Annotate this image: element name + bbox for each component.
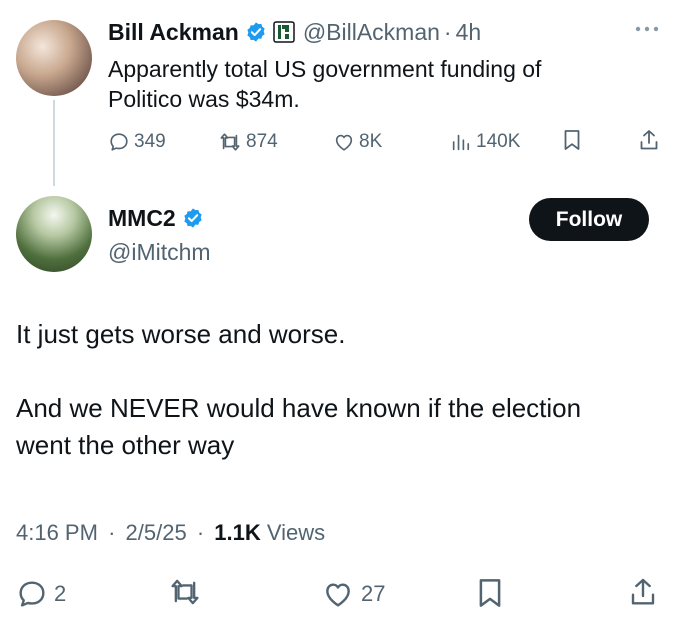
- tweet-time[interactable]: 4h: [456, 18, 482, 46]
- affiliate-badge-icon[interactable]: [273, 21, 295, 43]
- quoted-tweet-header: Bill Ackman @BillAckman · 4h: [108, 18, 481, 46]
- like-icon: [321, 578, 361, 610]
- verified-badge-icon: [182, 207, 204, 229]
- quoted-tweet-actions: 349 874 8K 140K: [108, 128, 664, 156]
- quoted-tweet-line-2: Politico was $34m.: [108, 86, 300, 112]
- views-icon: [450, 131, 476, 153]
- share-button[interactable]: [638, 128, 664, 152]
- more-icon[interactable]: [634, 22, 660, 34]
- share-icon: [638, 128, 664, 152]
- author-name[interactable]: Bill Ackman: [108, 18, 239, 46]
- author-handle[interactable]: @BillAckman: [303, 18, 440, 46]
- main-author-name-row: MMC2: [108, 204, 204, 232]
- main-tweet-actions: 2 27: [16, 576, 664, 612]
- tweet-meta: 4:16 PM · 2/5/25 · 1.1K Views: [16, 519, 325, 547]
- main-author-handle[interactable]: @iMitchm: [108, 238, 211, 266]
- main-tweet-paragraph-2-line-2: went the other way: [16, 430, 235, 460]
- like-count: 27: [361, 581, 386, 606]
- views-label: Views: [266, 520, 326, 545]
- reply-icon: [16, 578, 54, 610]
- separator-dot: ·: [108, 520, 116, 545]
- main-tweet-paragraph-1: It just gets worse and worse.: [16, 319, 346, 349]
- tweet-timestamp-date[interactable]: 2/5/25: [126, 520, 187, 545]
- main-tweet-text: It just gets worse and worse. And we NEV…: [16, 316, 666, 464]
- reply-count: 2: [54, 581, 67, 606]
- repost-count: 874: [246, 131, 278, 152]
- views-button[interactable]: 140K: [450, 128, 520, 156]
- like-icon: [333, 131, 359, 153]
- reply-button[interactable]: 2: [16, 576, 66, 612]
- share-icon: [628, 576, 664, 608]
- verified-badge-icon: [245, 21, 267, 43]
- separator-dot: ·: [196, 520, 205, 545]
- repost-button[interactable]: [168, 576, 208, 608]
- follow-button[interactable]: Follow: [529, 198, 649, 241]
- main-tweet-paragraph-2-line-1: And we NEVER would have known if the ele…: [16, 393, 582, 423]
- quoted-tweet-text: Apparently total US government funding o…: [108, 54, 648, 114]
- thread-connector-line: [53, 100, 55, 186]
- reply-icon: [108, 131, 134, 153]
- bookmark-icon: [562, 128, 586, 152]
- views-count: 140K: [476, 131, 521, 152]
- views-count: 1.1K: [214, 520, 261, 545]
- like-count: 8K: [359, 131, 383, 152]
- reply-count: 349: [134, 131, 166, 152]
- avatar-bill-ackman[interactable]: [16, 20, 92, 96]
- avatar-mmc2[interactable]: [16, 196, 92, 272]
- quoted-tweet-line-1: Apparently total US government funding o…: [108, 56, 542, 82]
- like-button[interactable]: 27: [321, 576, 385, 612]
- share-button[interactable]: [628, 576, 664, 608]
- main-author-name[interactable]: MMC2: [108, 204, 176, 232]
- repost-button[interactable]: 874: [218, 128, 278, 156]
- separator-dot: ·: [443, 19, 452, 45]
- repost-icon: [218, 131, 246, 153]
- repost-icon: [168, 576, 208, 608]
- like-button[interactable]: 8K: [333, 128, 382, 156]
- reply-button[interactable]: 349: [108, 128, 166, 156]
- tweet-timestamp-time[interactable]: 4:16 PM: [16, 520, 98, 545]
- bookmark-icon: [476, 576, 510, 610]
- bookmark-button[interactable]: [476, 576, 510, 610]
- bookmark-button[interactable]: [562, 128, 586, 152]
